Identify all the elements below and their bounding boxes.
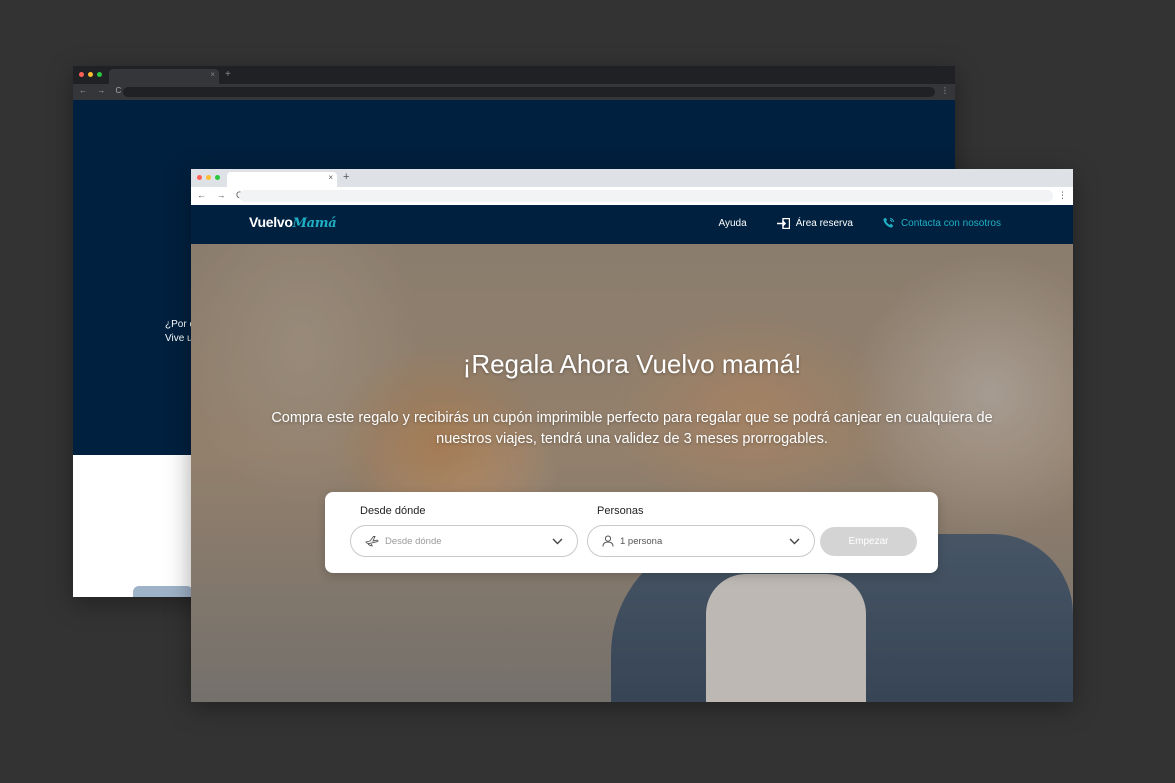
hero-section: ¡Regala Ahora Vuelvo mamá! Compra este r… xyxy=(191,244,1073,702)
logo-accent-text: Mamá xyxy=(292,216,337,231)
login-arrow-icon xyxy=(776,217,790,229)
close-window-dot[interactable] xyxy=(197,175,202,180)
browser-menu-icon[interactable]: ⋮ xyxy=(941,86,949,95)
start-button[interactable]: Empezar xyxy=(820,527,917,556)
people-value: 1 persona xyxy=(620,535,663,547)
chevron-down-icon xyxy=(552,538,563,545)
tab-close-icon[interactable]: × xyxy=(210,70,215,79)
back-titlebar: × + xyxy=(73,66,955,84)
hero-title: ¡Regala Ahora Vuelvo mamá! xyxy=(462,349,802,379)
people-label: Personas xyxy=(597,505,644,517)
plane-icon xyxy=(365,535,379,547)
site-logo[interactable]: VuelvoMamá xyxy=(249,214,337,231)
address-bar[interactable] xyxy=(239,190,1053,202)
nav-contact[interactable]: Contacta con nosotros xyxy=(883,217,1001,229)
site-header: VuelvoMamá Ayuda Área reserva Contacta c… xyxy=(191,205,1073,244)
address-bar[interactable] xyxy=(123,87,935,97)
nav-help[interactable]: Ayuda xyxy=(719,218,747,229)
minimize-window-dot[interactable] xyxy=(206,175,211,180)
maximize-window-dot[interactable] xyxy=(215,175,220,180)
nav-booking-area-label: Área reserva xyxy=(795,217,853,229)
browser-menu-icon[interactable]: ⋮ xyxy=(1058,190,1067,201)
logo-main-text: Vuelvo xyxy=(249,214,293,230)
from-placeholder: Desde dónde xyxy=(385,535,442,547)
front-titlebar: × + xyxy=(191,169,1073,187)
new-tab-icon[interactable]: + xyxy=(343,171,349,183)
front-browser-tab[interactable]: × xyxy=(227,172,337,187)
back-browser-tab[interactable]: × xyxy=(109,69,219,84)
main-navigation: Ayuda Área reserva Contacta con nosotros xyxy=(719,217,1001,229)
nav-help-label: Ayuda xyxy=(718,217,747,229)
maximize-window-dot[interactable] xyxy=(97,72,102,77)
back-page-image xyxy=(133,586,193,597)
nav-booking-area[interactable]: Área reserva xyxy=(776,217,853,229)
close-window-dot[interactable] xyxy=(79,72,84,77)
people-select[interactable]: 1 persona xyxy=(587,525,815,557)
hero-photo-overlay xyxy=(191,244,1073,702)
phone-icon xyxy=(883,217,895,229)
new-tab-icon[interactable]: + xyxy=(225,69,231,80)
front-browser-window: × + ← → C ⋮ VuelvoMamá Ayuda Área reserv… xyxy=(191,169,1073,702)
search-form: Desde dónde Personas Desde dónde 1 perso… xyxy=(325,492,938,573)
nav-contact-label: Contacta con nosotros xyxy=(900,217,1001,229)
window-controls xyxy=(197,175,220,180)
from-label: Desde dónde xyxy=(360,505,426,517)
chevron-down-icon xyxy=(789,538,800,545)
minimize-window-dot[interactable] xyxy=(88,72,93,77)
hero-subtitle: Compra este regalo y recibirás un cupón … xyxy=(271,410,993,447)
from-select[interactable]: Desde dónde xyxy=(350,525,578,557)
back-toolbar: ← → C ⋮ xyxy=(73,84,955,100)
navigation-buttons[interactable]: ← → C xyxy=(79,86,125,95)
person-icon xyxy=(602,535,614,547)
front-toolbar: ← → C ⋮ xyxy=(191,187,1073,205)
window-controls xyxy=(79,72,102,77)
tab-close-icon[interactable]: × xyxy=(328,173,333,182)
